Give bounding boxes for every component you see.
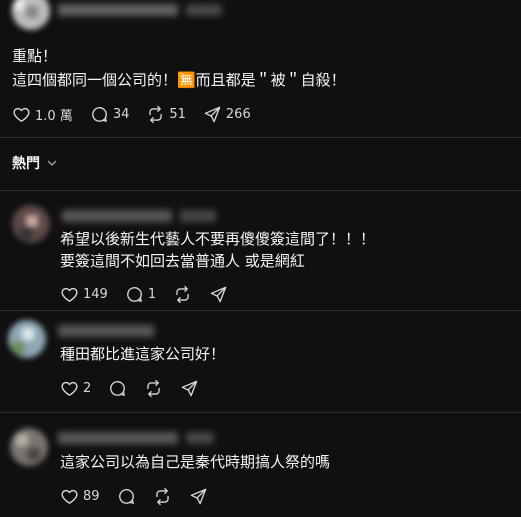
repost-icon	[155, 487, 169, 505]
reply-text-line1: 種田都比進這家公司好！	[60, 345, 226, 363]
sort-dropdown[interactable]: 熱門	[12, 153, 58, 173]
post-author-avatar[interactable]	[12, 0, 50, 30]
thread-page: 重點！ 這四個都同一個公司的！🈚而且都是＂被＂自殺！ 1.0 萬 34 51 2…	[0, 0, 521, 517]
reply-actions: 89	[60, 486, 225, 506]
divider	[0, 310, 521, 311]
comment-icon	[126, 286, 142, 302]
chevron-down-icon	[47, 160, 57, 167]
repost-button[interactable]: 51	[146, 105, 186, 124]
like-button[interactable]: 149	[60, 285, 108, 304]
heart-icon	[13, 107, 30, 122]
repost-count: 51	[169, 106, 186, 122]
reply-timestamp	[180, 210, 216, 222]
heart-icon	[61, 489, 78, 504]
heart-icon	[61, 287, 78, 302]
reply-text-line2: 要簽這間不如回去當普通人 或是網紅	[60, 252, 305, 270]
comment-count: 1	[147, 286, 157, 302]
reply-author-name[interactable]	[58, 325, 154, 337]
reply-text-line1: 希望以後新生代藝人不要再傻傻簽這間了！！！	[60, 230, 376, 248]
reply-author-name[interactable]	[58, 432, 178, 444]
like-button[interactable]: 89	[60, 487, 100, 506]
like-count: 149	[83, 286, 108, 302]
comment-button[interactable]	[117, 487, 136, 506]
like-count: 2	[83, 380, 92, 396]
repost-button[interactable]	[144, 379, 163, 398]
post-text-line2: 這四個都同一個公司的！🈚而且都是＂被＂自殺！	[12, 71, 346, 89]
reply-author-avatar[interactable]	[8, 320, 46, 358]
repost-icon	[176, 285, 189, 303]
reply-author-avatar[interactable]	[10, 428, 48, 466]
heart-icon	[61, 381, 78, 396]
like-count: 1.0 萬	[35, 108, 73, 124]
share-icon	[210, 286, 227, 302]
like-button[interactable]: 2	[60, 379, 91, 398]
share-button[interactable]: 266	[203, 105, 251, 124]
reply-author-name[interactable]	[62, 210, 172, 222]
like-count: 89	[83, 488, 100, 504]
share-icon	[181, 380, 198, 396]
divider	[0, 137, 521, 138]
repost-button[interactable]	[173, 285, 192, 304]
share-count: 266	[225, 106, 251, 122]
share-button[interactable]	[209, 285, 228, 304]
reply-actions: 149 1	[60, 284, 245, 304]
share-button[interactable]	[180, 379, 199, 398]
post-author-name[interactable]	[58, 4, 178, 16]
repost-button[interactable]	[153, 487, 172, 506]
comment-icon	[91, 106, 107, 122]
reply-timestamp	[186, 432, 214, 444]
comment-button[interactable]: 1	[125, 285, 156, 304]
like-button[interactable]: 1.0 萬	[12, 105, 73, 124]
comment-icon	[118, 488, 134, 504]
post-text-line1: 重點！	[12, 47, 58, 65]
post-actions: 1.0 萬 34 51 266	[12, 104, 268, 124]
reply-text-line1: 這家公司以為自己是秦代時期搞人祭的嗎	[60, 453, 331, 471]
divider	[0, 190, 521, 191]
comment-count: 34	[112, 106, 130, 122]
sort-label: 熱門	[12, 156, 40, 172]
reply-author-avatar[interactable]	[12, 205, 50, 243]
repost-icon	[149, 105, 163, 123]
post-timestamp	[186, 4, 222, 16]
comment-icon	[110, 380, 126, 396]
comment-button[interactable]	[108, 379, 127, 398]
share-icon	[204, 106, 221, 122]
repost-icon	[147, 379, 160, 397]
share-button[interactable]	[189, 487, 208, 506]
divider	[0, 412, 521, 413]
share-icon	[190, 488, 206, 504]
comment-button[interactable]: 34	[90, 105, 130, 124]
reply-actions: 2	[60, 378, 216, 398]
